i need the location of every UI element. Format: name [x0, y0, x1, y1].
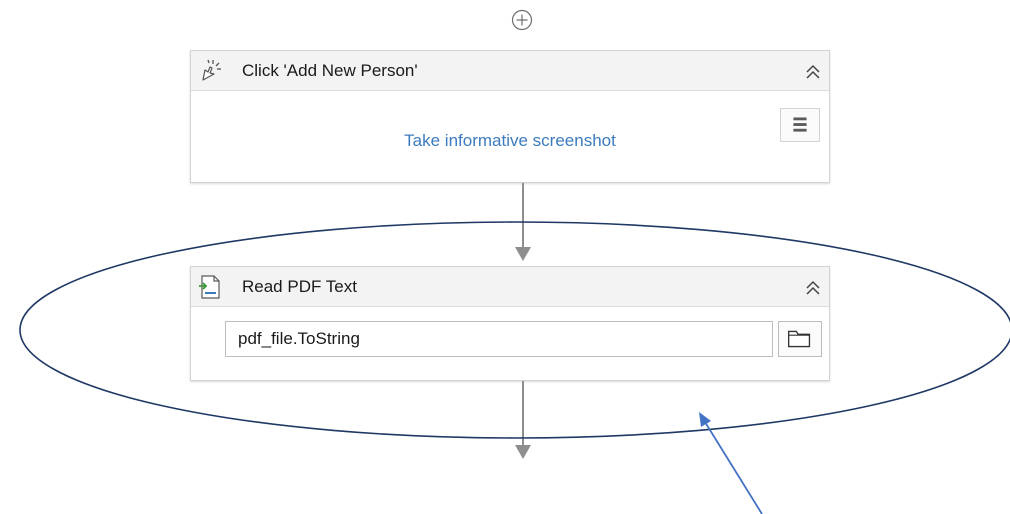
- flow-arrowhead: [515, 445, 531, 459]
- click-activity-title: Click 'Add New Person': [242, 61, 418, 80]
- read-pdf-activity-card[interactable]: Read PDF Text pdf_file.ToString: [190, 266, 830, 381]
- hamburger-menu-icon: [793, 117, 807, 132]
- activity-menu-button[interactable]: [780, 108, 820, 142]
- flow-arrowhead: [515, 247, 531, 261]
- read-pdf-icon: [199, 275, 220, 299]
- click-activity-card[interactable]: Click 'Add New Person' Take informative …: [190, 50, 830, 183]
- plus-circle-icon[interactable]: [511, 9, 533, 31]
- workflow-canvas: Click 'Add New Person' Take informative …: [0, 0, 1010, 514]
- annotation-arrow-line: [704, 421, 763, 514]
- browse-file-button[interactable]: [778, 321, 822, 357]
- flow-connector: [522, 381, 524, 446]
- folder-icon: [788, 330, 811, 348]
- flow-connector: [522, 183, 524, 248]
- take-screenshot-link[interactable]: Take informative screenshot: [191, 131, 829, 151]
- file-name-input[interactable]: pdf_file.ToString: [225, 321, 773, 357]
- double-chevron-up-icon[interactable]: [804, 63, 822, 81]
- read-pdf-activity-header[interactable]: Read PDF Text: [191, 267, 829, 307]
- double-chevron-up-icon[interactable]: [804, 279, 822, 297]
- click-cursor-icon: [202, 59, 221, 81]
- annotation-arrowhead: [699, 412, 711, 427]
- read-pdf-activity-title: Read PDF Text: [242, 277, 357, 296]
- click-activity-header[interactable]: Click 'Add New Person': [191, 51, 829, 91]
